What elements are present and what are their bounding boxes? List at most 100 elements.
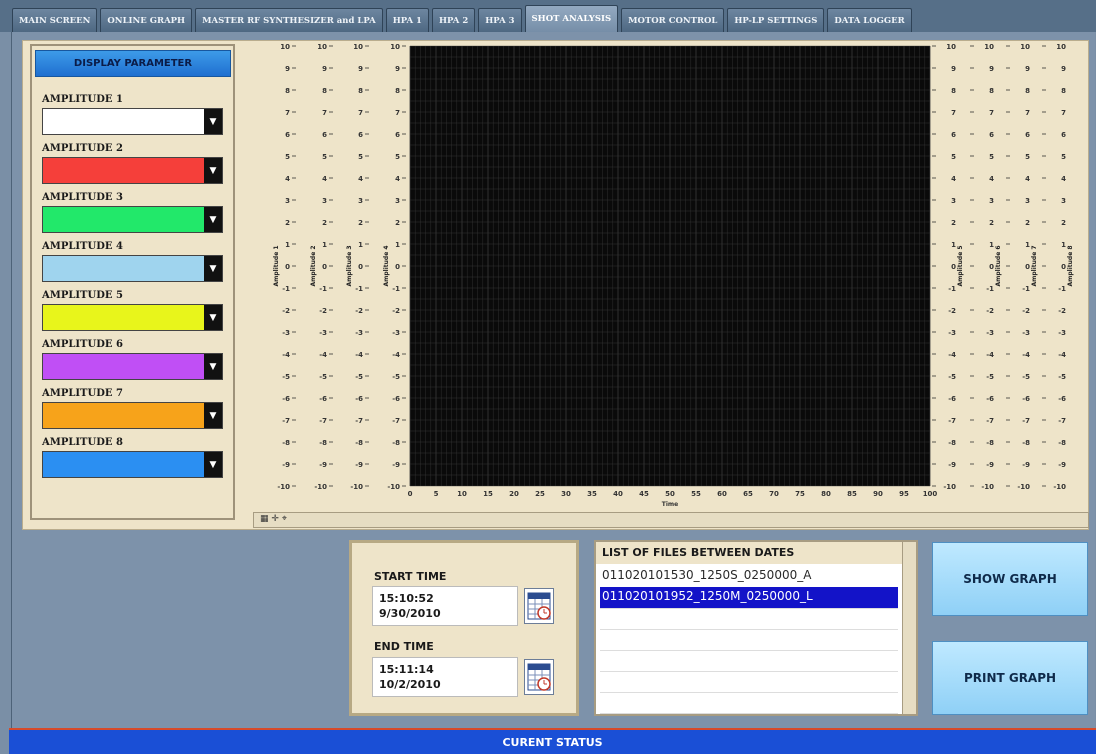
amplitude-8-color-select[interactable]: ▼: [42, 451, 223, 478]
tab-hpa-2[interactable]: HPA 2: [431, 8, 476, 32]
y-tick-label: -8: [986, 439, 994, 447]
show-graph-button[interactable]: SHOW GRAPH: [932, 542, 1088, 616]
y-tick-label: -1: [355, 285, 363, 293]
y-tick-label: -2: [392, 307, 400, 315]
tab-hpa-3[interactable]: HPA 3: [478, 8, 522, 32]
x-tick-label: 55: [691, 490, 701, 498]
dropdown-arrow-icon[interactable]: ▼: [204, 305, 222, 330]
y-tick-label: -5: [392, 373, 400, 381]
amplitude-7-label: AMPLITUDE 7: [42, 388, 123, 399]
y-tick-label: -8: [948, 439, 956, 447]
file-list-item[interactable]: 011020101952_1250M_0250000_L: [600, 587, 898, 609]
y-tick-label: 7: [285, 109, 290, 117]
y-tick-label: 7: [989, 109, 994, 117]
graph-scrollbar[interactable]: [253, 512, 1089, 528]
y-tick-label: 10: [1056, 43, 1066, 51]
y-tick-label: 4: [989, 175, 994, 183]
y-tick-label: 0: [285, 263, 290, 271]
amplitude-6-color-select[interactable]: ▼: [42, 353, 223, 380]
file-list-item[interactable]: [600, 650, 898, 672]
y-tick-label: -2: [282, 307, 290, 315]
y-tick-label: -1: [1022, 285, 1030, 293]
y-tick-label: -7: [282, 417, 290, 425]
y-tick-label: -7: [319, 417, 327, 425]
left-axis-label: Amplitude 4: [383, 245, 390, 286]
tab-shot-analysis[interactable]: SHOT ANALYSIS: [524, 5, 619, 32]
tab-hp-lp-settings[interactable]: HP-LP SETTINGS: [727, 8, 825, 32]
y-tick-label: 4: [358, 175, 363, 183]
y-tick-label: 9: [1061, 65, 1066, 73]
y-tick-label: 3: [395, 197, 400, 205]
y-tick-label: -8: [355, 439, 363, 447]
y-tick-label: 5: [285, 153, 290, 161]
y-tick-label: 2: [1025, 219, 1030, 227]
current-status-bar: CURENT STATUS: [9, 728, 1096, 754]
y-tick-label: 9: [285, 65, 290, 73]
files-list-scrollbar[interactable]: [902, 542, 916, 714]
y-tick-label: -2: [355, 307, 363, 315]
tab-motor-control[interactable]: MOTOR CONTROL: [621, 8, 725, 32]
display-parameter-header[interactable]: DISPLAY PARAMETER: [35, 50, 231, 77]
cursor-icon[interactable]: ⌖: [282, 514, 287, 524]
dropdown-arrow-icon[interactable]: ▼: [204, 207, 222, 232]
y-tick-label: -1: [319, 285, 327, 293]
x-tick-label: 50: [665, 490, 675, 498]
dropdown-arrow-icon[interactable]: ▼: [204, 158, 222, 183]
dropdown-arrow-icon[interactable]: ▼: [204, 109, 222, 134]
y-tick-label: -4: [319, 351, 327, 359]
y-tick-label: 1: [285, 241, 290, 249]
y-tick-label: -1: [986, 285, 994, 293]
y-tick-label: 5: [1061, 153, 1066, 161]
tab-data-logger[interactable]: DATA LOGGER: [827, 8, 912, 32]
dropdown-arrow-icon[interactable]: ▼: [204, 452, 222, 477]
y-tick-label: -6: [986, 395, 994, 403]
dropdown-arrow-icon[interactable]: ▼: [204, 256, 222, 281]
amplitude-4-color-select[interactable]: ▼: [42, 255, 223, 282]
y-tick-label: 5: [395, 153, 400, 161]
tab-main-screen[interactable]: MAIN SCREEN: [12, 8, 98, 32]
dropdown-arrow-icon[interactable]: ▼: [204, 354, 222, 379]
y-tick-label: 0: [395, 263, 400, 271]
y-tick-label: -9: [392, 461, 400, 469]
x-tick-label: 30: [561, 490, 571, 498]
file-list-item[interactable]: [600, 629, 898, 651]
zoom-icon[interactable]: ▦: [260, 514, 269, 524]
y-tick-label: -3: [986, 329, 994, 337]
tab-master-rf-synthesizer-and-lpa[interactable]: MASTER RF SYNTHESIZER and LPA: [195, 8, 383, 32]
y-tick-label: 6: [951, 131, 956, 139]
y-tick-label: -1: [948, 285, 956, 293]
y-tick-label: 0: [1061, 263, 1066, 271]
y-tick-label: -5: [282, 373, 290, 381]
amplitude-2-color-select[interactable]: ▼: [42, 157, 223, 184]
amplitude-3-label: AMPLITUDE 3: [42, 192, 123, 203]
amplitude-5-color-select[interactable]: ▼: [42, 304, 223, 331]
file-list-item[interactable]: [600, 608, 898, 630]
start-time-field[interactable]: 15:10:52 9/30/2010: [372, 586, 518, 626]
y-tick-label: -8: [1022, 439, 1030, 447]
y-tick-label: -1: [282, 285, 290, 293]
amplitude-7-color-select[interactable]: ▼: [42, 402, 223, 429]
amplitude-1-color-select[interactable]: ▼: [42, 108, 223, 135]
y-tick-label: 8: [285, 87, 290, 95]
y-tick-label: 5: [951, 153, 956, 161]
right-axis-label: Amplitude 8: [1067, 245, 1074, 286]
y-tick-label: 1: [1025, 241, 1030, 249]
pan-icon[interactable]: ✛: [271, 514, 279, 524]
end-time-field[interactable]: 15:11:14 10/2/2010: [372, 657, 518, 697]
file-list-item[interactable]: [600, 692, 898, 714]
graph-palette-icons[interactable]: ▦ ✛ ⌖: [260, 514, 330, 526]
file-list-item[interactable]: [600, 671, 898, 693]
dropdown-arrow-icon[interactable]: ▼: [204, 403, 222, 428]
start-calendar-button[interactable]: [524, 588, 554, 624]
end-calendar-button[interactable]: [524, 659, 554, 695]
amplitude-3-color-select[interactable]: ▼: [42, 206, 223, 233]
y-tick-label: 5: [322, 153, 327, 161]
print-graph-button[interactable]: PRINT GRAPH: [932, 641, 1088, 715]
file-list-item[interactable]: 011020101530_1250S_0250000_A: [600, 566, 898, 588]
x-tick-label: 65: [743, 490, 753, 498]
y-tick-label: -6: [282, 395, 290, 403]
tab-hpa-1[interactable]: HPA 1: [385, 8, 429, 32]
tab-online-graph[interactable]: ONLINE GRAPH: [100, 8, 193, 32]
y-tick-label: -10: [387, 483, 400, 491]
y-tick-label: 9: [395, 65, 400, 73]
